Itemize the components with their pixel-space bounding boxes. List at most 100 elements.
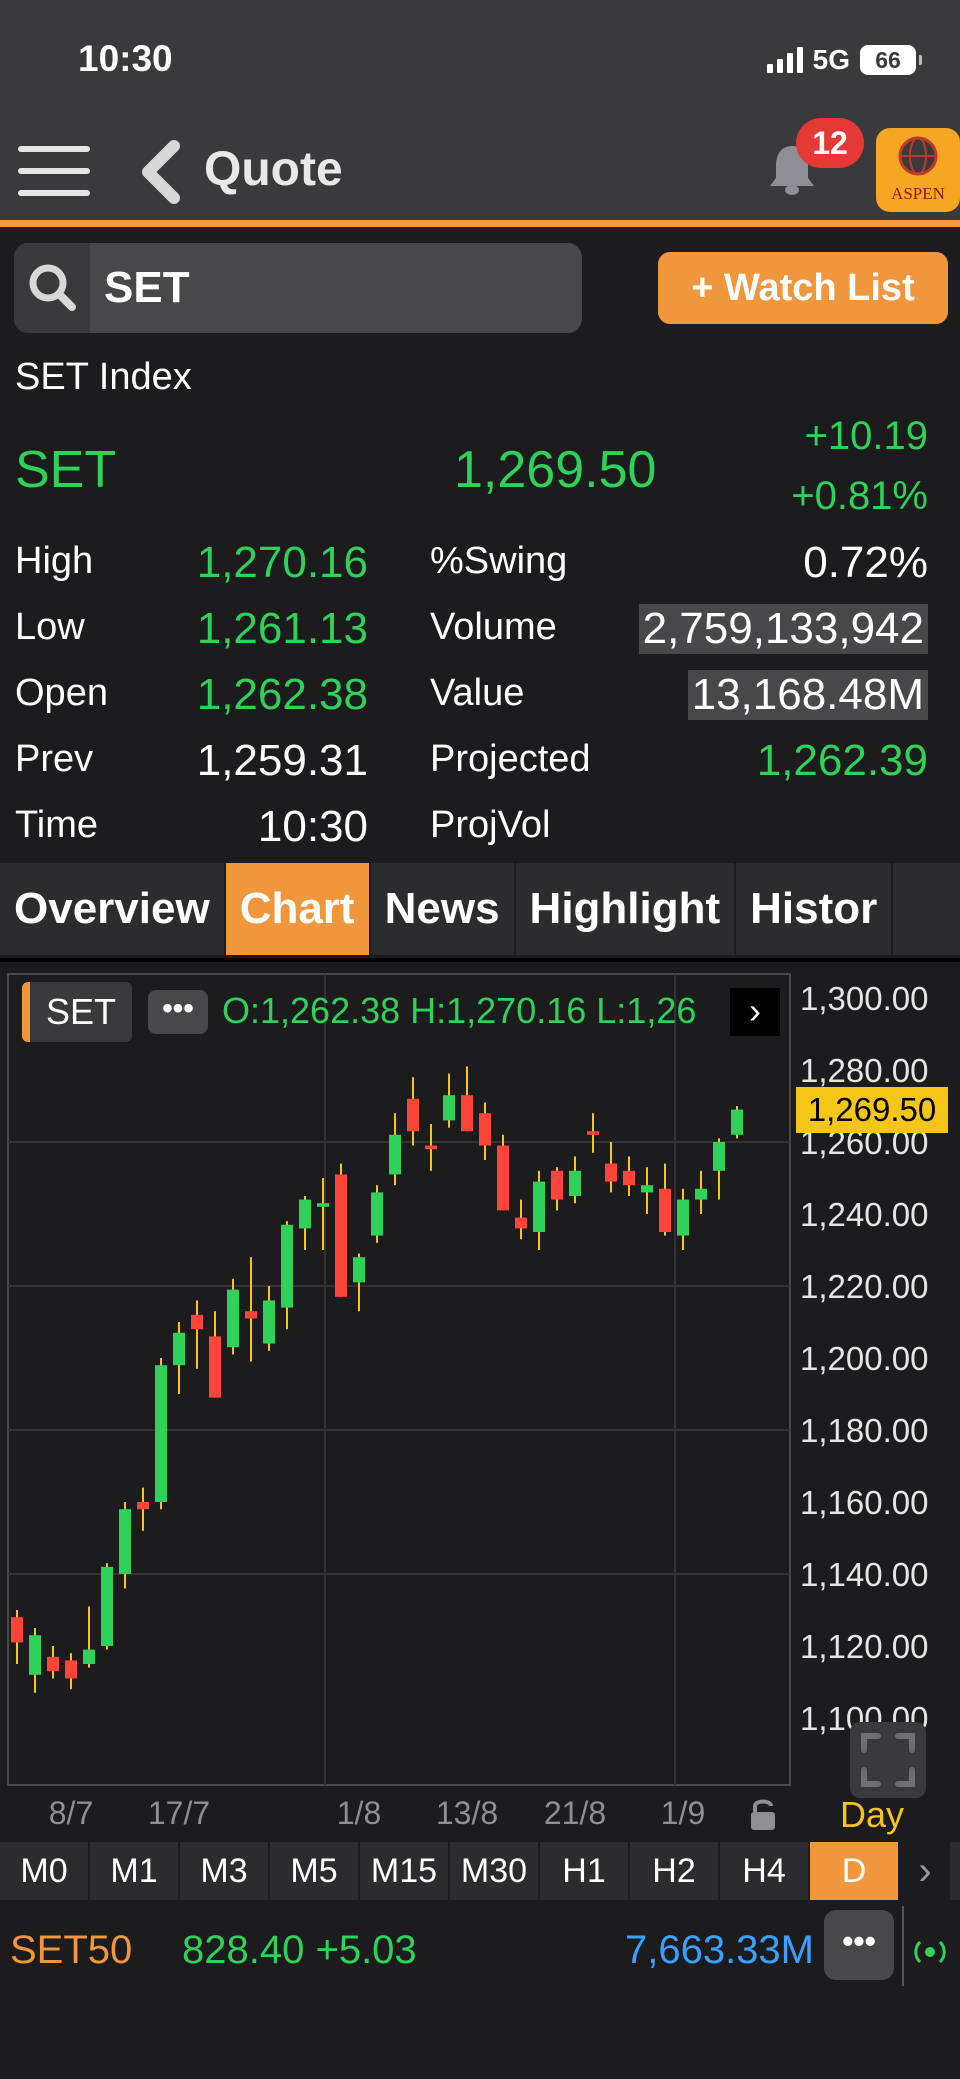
interval-m0[interactable]: M0 <box>0 1842 90 1900</box>
security-name: SET Index <box>15 356 192 398</box>
aspen-logo[interactable]: ASPEN <box>876 128 960 212</box>
ticker-divider <box>902 1906 904 1986</box>
prev-label: Prev <box>15 738 94 780</box>
quote-tabs: Overview Chart News Highlight Histor <box>0 863 960 955</box>
swing-value: 0.72% <box>803 538 928 587</box>
lock-icon[interactable] <box>748 1796 778 1832</box>
chart-period-label: Day <box>840 1794 905 1835</box>
interval-h4[interactable]: H4 <box>720 1842 810 1900</box>
candle-body <box>497 1145 509 1211</box>
candle-body <box>371 1192 383 1236</box>
notification-badge: 12 <box>796 118 864 168</box>
candle-body <box>11 1617 23 1643</box>
projvol-label: ProjVol <box>430 804 551 846</box>
candle-body <box>335 1174 347 1297</box>
high-value: 1,270.16 <box>196 538 368 587</box>
price-change: +10.19 <box>804 414 928 458</box>
y-tick-label: 1,280.00 <box>800 1052 928 1089</box>
tab-chart[interactable]: Chart <box>225 863 371 955</box>
candle-body <box>443 1095 455 1121</box>
candle-body <box>425 1145 437 1150</box>
y-tick-label: 1,220.00 <box>800 1268 928 1305</box>
candle-body <box>173 1332 185 1366</box>
candle-body <box>479 1113 491 1146</box>
page-title: Quote <box>204 143 343 196</box>
candle-body <box>83 1649 95 1664</box>
y-tick-label: 1,300.00 <box>800 980 928 1017</box>
globe-icon <box>898 136 938 176</box>
x-tick-label: 8/7 <box>49 1795 93 1831</box>
chevron-right-icon[interactable]: › <box>900 1842 950 1900</box>
interval-h1[interactable]: H1 <box>540 1842 630 1900</box>
time-value: 10:30 <box>257 802 368 851</box>
value-value: 13,168.48M <box>687 670 928 720</box>
interval-m1[interactable]: M1 <box>90 1842 180 1900</box>
candle-body <box>317 1203 329 1207</box>
candle-body <box>119 1509 131 1574</box>
candle-body <box>677 1199 689 1236</box>
signal-icon <box>766 47 803 73</box>
value-label: Value <box>430 672 525 714</box>
tab-news[interactable]: News <box>371 863 516 955</box>
tab-history[interactable]: Histor <box>736 863 894 955</box>
volume-value: 2,759,133,942 <box>638 604 928 654</box>
candle-body <box>515 1217 527 1229</box>
chart-symbol-chip[interactable]: SET <box>22 982 132 1042</box>
chevron-right-icon[interactable]: › <box>730 988 780 1036</box>
y-tick-label: 1,200.00 <box>800 1340 928 1377</box>
y-tick-label: 1,160.00 <box>800 1484 928 1521</box>
candle-body <box>353 1257 365 1283</box>
candle-body <box>623 1170 635 1186</box>
projected-label: Projected <box>430 738 591 780</box>
x-tick-label: 1/8 <box>337 1795 381 1831</box>
ticker-value: 828.40 +5.03 <box>182 1928 417 1972</box>
x-tick-label: 13/8 <box>436 1795 498 1831</box>
last-price-tag: 1,269.50 <box>796 1087 948 1133</box>
time-label: Time <box>15 804 99 846</box>
interval-m3[interactable]: M3 <box>180 1842 270 1900</box>
candle-body <box>605 1163 617 1182</box>
candle-body <box>551 1170 563 1200</box>
candle-body <box>155 1365 167 1502</box>
interval-m30[interactable]: M30 <box>450 1842 540 1900</box>
tab-highlight[interactable]: Highlight <box>516 863 737 955</box>
candle-body <box>659 1188 671 1232</box>
search-box[interactable] <box>14 243 582 333</box>
candle-body <box>731 1109 743 1135</box>
chart-more-button[interactable]: ••• <box>148 990 208 1034</box>
x-tick-label: 21/8 <box>544 1795 606 1831</box>
interval-h2[interactable]: H2 <box>630 1842 720 1900</box>
ticker-more-button[interactable]: ••• <box>824 1910 894 1980</box>
back-icon[interactable] <box>138 140 182 204</box>
candle-body <box>695 1188 707 1200</box>
candle-body <box>569 1170 581 1196</box>
network-type: 5G <box>812 44 850 75</box>
candle-body <box>641 1185 653 1193</box>
y-tick-label: 1,240.00 <box>800 1196 928 1233</box>
add-watch-list-button[interactable]: + Watch List <box>658 252 948 324</box>
candle-body <box>101 1566 113 1646</box>
battery-icon: 66 <box>860 45 922 75</box>
interval-d[interactable]: D <box>810 1842 900 1900</box>
search-input[interactable] <box>104 243 574 333</box>
candle-body <box>389 1134 401 1175</box>
ticker-bar <box>0 1900 960 2004</box>
interval-m5[interactable]: M5 <box>270 1842 360 1900</box>
chart-ohlc-readout: O:1,262.38 H:1,270.16 L:1,26 <box>222 990 697 1031</box>
expand-icon[interactable] <box>850 1722 926 1798</box>
candle-body <box>137 1502 149 1510</box>
y-tick-label: 1,120.00 <box>800 1628 928 1665</box>
candle-body <box>29 1635 41 1675</box>
logo-label: ASPEN <box>891 184 945 203</box>
menu-icon[interactable] <box>18 146 90 202</box>
ticker-symbol[interactable]: SET50 <box>10 1928 132 1973</box>
tab-overview[interactable]: Overview <box>0 863 226 955</box>
candle-body <box>191 1314 203 1330</box>
swing-label: %Swing <box>430 540 568 582</box>
y-tick-label: 1,140.00 <box>800 1556 928 1593</box>
candle-body <box>713 1142 725 1171</box>
candle-body <box>245 1311 257 1319</box>
low-label: Low <box>15 606 85 648</box>
candle-body <box>533 1181 545 1232</box>
interval-m15[interactable]: M15 <box>360 1842 450 1900</box>
